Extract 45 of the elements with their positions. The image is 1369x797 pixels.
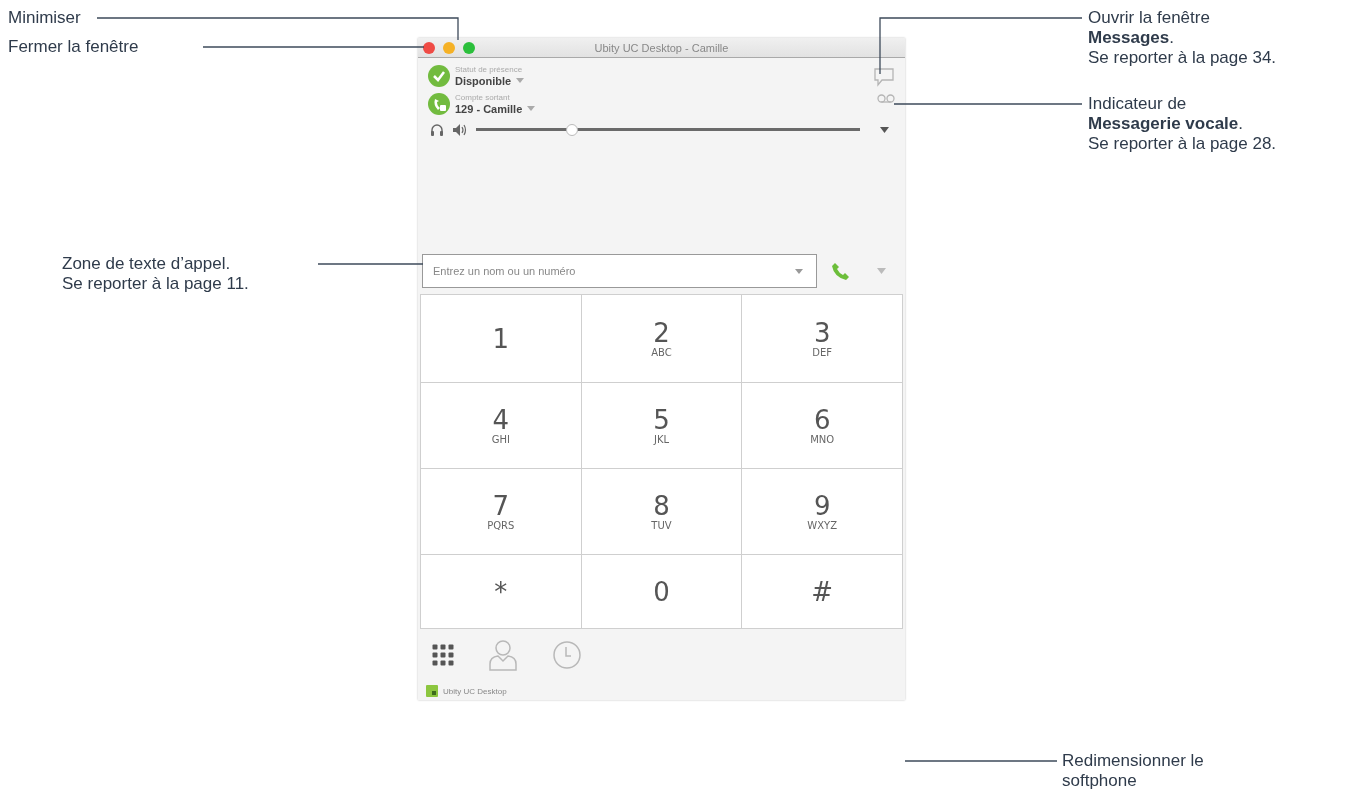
slider-thumb[interactable]: [566, 124, 578, 136]
person-icon: [488, 639, 518, 671]
clock-icon: [552, 640, 582, 670]
caret-icon: [527, 106, 536, 111]
keypad-key[interactable]: *: [421, 555, 581, 628]
callout-text: Ouvrir la fenêtre Messages. Se reporter à la page 34.: [1088, 8, 1277, 68]
voicemail-icon[interactable]: [877, 93, 895, 103]
keypad-key[interactable]: 1: [421, 295, 581, 382]
headset-icon[interactable]: [430, 123, 444, 137]
keypad-key[interactable]: 3 DEF: [742, 295, 902, 382]
presence-label: Statut de présence: [455, 64, 524, 74]
phone-badge-icon: [428, 93, 450, 115]
keypad-key[interactable]: #: [742, 555, 902, 628]
maximize-icon[interactable]: [463, 41, 475, 54]
app-logo-icon: [426, 685, 438, 697]
account-dropdown[interactable]: 129 - Camille: [455, 101, 536, 116]
keypad-key[interactable]: 6 MNO: [742, 383, 902, 468]
keypad-icon: [432, 644, 454, 666]
dial-input-field[interactable]: Entrez un nom ou un numéro: [422, 254, 817, 288]
callout-text: Redimensionner le softphone: [1062, 751, 1204, 791]
chat-icon[interactable]: [873, 67, 895, 87]
phone-icon: [831, 261, 851, 281]
window-title: Ubity UC Desktop - Camille: [594, 41, 729, 54]
callout-text: Zone de texte d’appel. Se reporter à la page 11.: [62, 254, 249, 294]
keypad-key[interactable]: 9 WXYZ: [742, 469, 902, 554]
minimize-icon[interactable]: [443, 41, 455, 54]
tab-button[interactable]: [432, 644, 454, 666]
caret-icon: [516, 78, 525, 83]
keypad-key[interactable]: 4 GHI: [421, 383, 581, 468]
callout-text: Indicateur de Messagerie vocale. Se reporter à la page 28.: [1088, 94, 1277, 154]
keypad-key[interactable]: 7 PQRS: [421, 469, 581, 554]
speaker-icon[interactable]: [452, 123, 468, 137]
keypad-key[interactable]: 5 JKL: [581, 383, 742, 468]
app-name: Ubity UC Desktop: [443, 686, 507, 696]
call-button[interactable]: [831, 261, 851, 281]
keypad-key[interactable]: 2 ABC: [581, 295, 742, 382]
account-label: Compte sortant: [455, 92, 511, 102]
close-icon[interactable]: [423, 41, 435, 54]
callout-text: Fermer la fenêtre: [8, 37, 139, 57]
keypad-key[interactable]: 8 TUV: [581, 469, 742, 554]
caret-icon[interactable]: [880, 127, 889, 133]
check-icon: [428, 65, 450, 87]
presence-dropdown[interactable]: Disponible: [455, 73, 525, 88]
keypad-key[interactable]: 0: [581, 555, 742, 628]
callout-text: Minimiser: [8, 8, 81, 28]
